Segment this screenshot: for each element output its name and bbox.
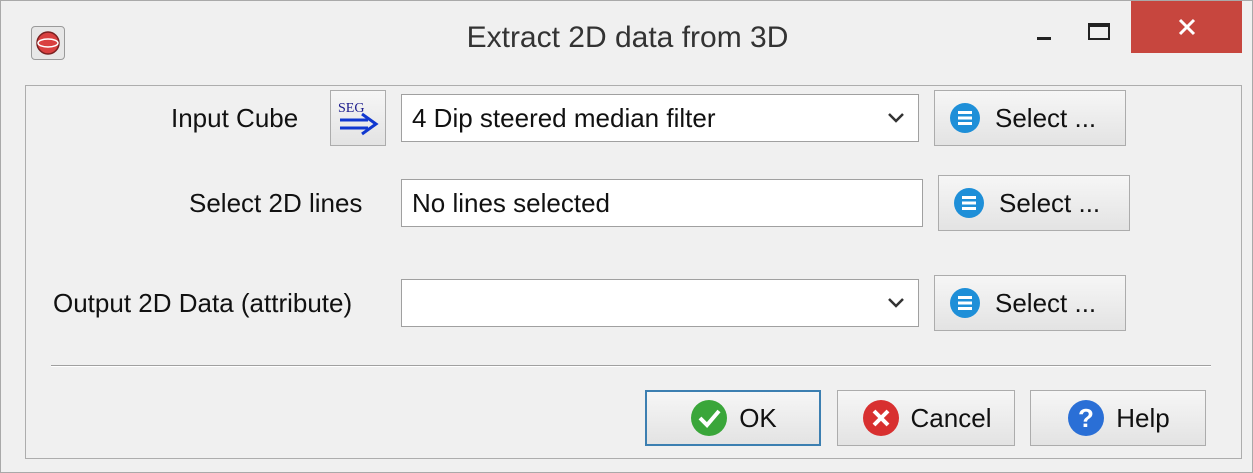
check-icon <box>691 400 728 436</box>
seg-icon-text: SEG <box>338 101 364 116</box>
seg-arrow-icon: SEG <box>338 101 379 136</box>
list-icon <box>950 103 980 133</box>
separator <box>51 365 1211 366</box>
minimize-icon <box>1036 37 1051 40</box>
help-button[interactable]: ? Help <box>1030 390 1206 446</box>
cancel-button[interactable]: Cancel <box>837 390 1015 446</box>
output-select-button[interactable]: Select ... <box>934 275 1126 331</box>
help-label: Help <box>1116 402 1170 433</box>
lines-select-button[interactable]: Select ... <box>938 175 1130 231</box>
lines-label: Select 2D lines <box>189 188 363 218</box>
title-bar[interactable]: Extract 2D data from 3D <box>1 1 1252 85</box>
input-cube-value: 4 Dip steered median filter <box>412 102 716 133</box>
cancel-icon <box>862 400 899 436</box>
select-label: Select ... <box>995 102 1097 133</box>
output-label: Output 2D Data (attribute) <box>53 288 353 318</box>
maximize-button[interactable] <box>1071 1 1126 63</box>
input-cube-select-button[interactable]: Select ... <box>934 90 1126 146</box>
input-cube-combo[interactable]: 4 Dip steered median filter <box>401 94 919 142</box>
close-icon <box>1178 18 1195 36</box>
lines-value: No lines selected <box>412 187 610 218</box>
help-icon: ? <box>1068 400 1105 436</box>
svg-text:?: ? <box>1078 403 1094 433</box>
input-cube-label: Input Cube <box>171 103 299 133</box>
list-icon <box>950 288 980 318</box>
maximize-icon <box>1087 23 1110 40</box>
minimize-button[interactable] <box>1016 1 1071 63</box>
chevron-down-icon <box>888 113 904 123</box>
ok-label: OK <box>739 402 777 433</box>
list-icon <box>954 188 984 218</box>
close-button[interactable] <box>1131 1 1242 53</box>
seg-import-button[interactable]: SEG <box>330 90 386 146</box>
output-combo[interactable] <box>401 279 919 327</box>
select-label: Select ... <box>995 287 1097 318</box>
dialog-window: Extract 2D data from 3D Input Cube SEG 4… <box>0 0 1253 473</box>
ok-button[interactable]: OK <box>645 390 821 446</box>
select-label: Select ... <box>999 187 1101 218</box>
lines-field[interactable]: No lines selected <box>401 179 923 227</box>
cancel-label: Cancel <box>910 402 992 433</box>
chevron-down-icon <box>888 298 904 308</box>
